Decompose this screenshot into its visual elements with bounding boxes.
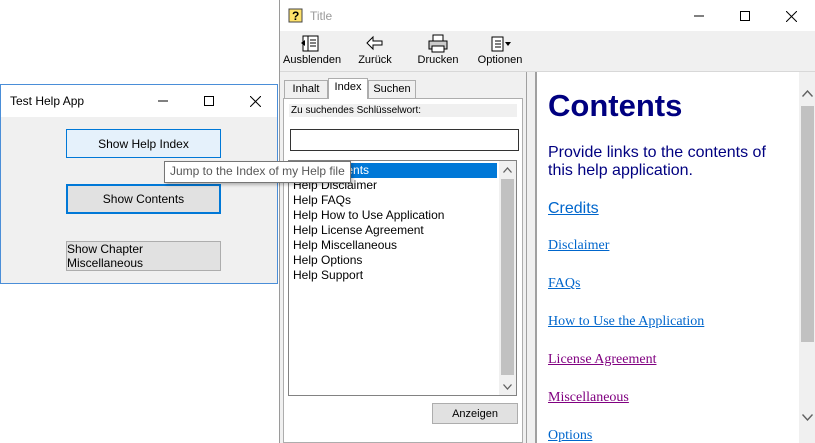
maximize-icon [204,96,214,106]
scroll-up-arrow[interactable] [499,161,516,178]
options-button[interactable]: Optionen [476,34,524,66]
link-license-agreement[interactable]: License Agreement [548,352,656,368]
scroll-thumb[interactable] [501,179,514,375]
help-window: ? Title Ausblenden Zurück Drucken Option… [279,0,815,443]
chevron-up-icon [802,90,813,97]
help-maximize-button[interactable] [722,0,768,32]
maximize-button[interactable] [186,85,232,117]
help-close-button[interactable] [768,0,814,32]
app-window-title: Test Help App [10,94,85,108]
close-icon [249,95,261,107]
index-list-item[interactable]: Help Options [291,253,497,268]
tab-contents[interactable]: Inhalt [284,80,328,98]
content-description: Provide links to the contents of this he… [548,144,766,179]
help-window-title: Title [310,9,333,23]
app-titlebar[interactable]: Test Help App [1,85,277,117]
display-button[interactable]: Anzeigen [432,403,518,424]
content-heading: Contents [548,88,683,123]
minimize-icon [158,100,168,102]
content-scrollbar[interactable] [799,72,815,443]
options-icon [491,36,511,52]
navigation-pane: Inhalt Index Suchen Zu suchendes Schlüss… [280,72,527,443]
link-faqs[interactable]: FAQs [548,276,580,292]
link-disclaimer[interactable]: Disclaimer [548,238,609,254]
link-miscellaneous[interactable]: Miscellaneous [548,390,629,406]
hide-button[interactable]: Ausblenden [283,34,342,66]
show-help-index-button[interactable]: Show Help Index [66,129,221,158]
hide-pane-icon [301,35,319,52]
help-minimize-button[interactable] [676,0,722,32]
scroll-down-arrow[interactable] [499,378,516,395]
back-arrow-icon [366,35,383,51]
scroll-thumb[interactable] [801,106,814,342]
index-list-item[interactable]: Help License Agreement [291,223,497,238]
scroll-down-arrow[interactable] [799,409,815,426]
help-toolbar: Ausblenden Zurück Drucken Optionen [280,31,815,72]
index-list[interactable]: Help Contents Help Disclaimer Help FAQs … [288,160,517,396]
minimize-button[interactable] [140,85,186,117]
keyword-label: Zu suchendes Schlüsselwort: [289,104,517,117]
help-content-pane: Contents Provide links to the contents o… [535,72,815,443]
keyword-input[interactable] [290,129,519,151]
help-titlebar[interactable]: ? Title [280,0,815,31]
svg-text:?: ? [292,9,299,23]
index-list-scrollbar[interactable] [499,161,516,395]
hide-label: Ausblenden [283,54,342,66]
help-book-icon: ? [288,8,303,23]
tab-index[interactable]: Index [328,78,368,99]
show-chapter-misc-button[interactable]: Show Chapter Miscellaneous [66,241,221,271]
print-button[interactable]: Drucken [414,34,462,66]
print-label: Drucken [417,54,459,66]
chevron-down-icon [503,383,512,390]
back-button[interactable]: Zurück [355,34,395,66]
maximize-icon [740,11,750,21]
index-list-item[interactable]: Help Miscellaneous [291,238,497,253]
index-list-item[interactable]: Help How to Use Application [291,208,497,223]
back-label: Zurück [358,54,392,66]
close-icon [785,10,797,22]
link-options[interactable]: Options [548,428,592,443]
test-help-app-window: Test Help App Show Help Index Show Conte… [0,84,278,284]
minimize-icon [694,15,704,17]
options-label: Optionen [477,54,523,66]
tab-search[interactable]: Suchen [368,80,416,98]
printer-icon [428,34,448,53]
index-list-item[interactable]: Help FAQs [291,193,497,208]
close-button[interactable] [232,85,278,117]
chevron-down-icon [802,414,813,421]
show-contents-button[interactable]: Show Contents [66,184,221,214]
scroll-up-arrow[interactable] [799,85,815,102]
chevron-up-icon [503,166,512,173]
link-credits[interactable]: Credits [548,200,599,218]
index-list-item[interactable]: Help Support [291,268,497,283]
link-how-to-use[interactable]: How to Use the Application [548,314,704,330]
tooltip: Jump to the Index of my Help file [164,161,351,183]
